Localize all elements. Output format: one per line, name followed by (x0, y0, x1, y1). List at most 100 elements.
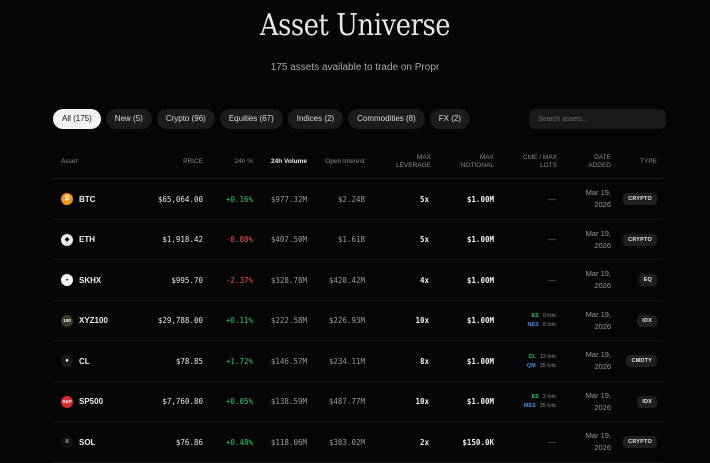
col-price[interactable]: PRICE (143, 146, 203, 178)
lot-entry: MES 35 lots (524, 403, 556, 409)
solana-icon: ≡ (61, 436, 73, 448)
filter-pill[interactable]: Equities (67) (219, 109, 283, 129)
lots-cell: ES 0 lots NES 8 lots (508, 301, 556, 341)
change-cell: +0.05% (225, 397, 253, 406)
date-cell: Mar 19, 2026 (573, 341, 611, 381)
date-cell: Mar 19, 2026 (573, 301, 611, 341)
change-cell: +1.72% (225, 356, 253, 366)
date-year: 2026 (594, 321, 611, 331)
change-cell: +0.48% (225, 437, 253, 447)
filter-pill[interactable]: Commodities (8) (348, 109, 425, 129)
col-type[interactable]: TYPE (623, 146, 657, 178)
date-line: Mar 19, (585, 228, 611, 238)
filter-pill[interactable]: All (175) (53, 109, 101, 129)
price-cell: $29,788.00 (157, 316, 203, 325)
lot-code: MES (523, 403, 536, 409)
lots-list: ES 2 lots MES 35 lots (524, 394, 556, 409)
date-year: 2026 (594, 240, 611, 250)
table-row[interactable]: ₿ BTC $65,064.00 +0.16% $977.32M $2.24B 5x $1.0… (53, 179, 663, 220)
asset-symbol: SP500 (79, 397, 104, 406)
lot-count: 12 lots (539, 353, 556, 360)
sp500-icon: S&P (61, 395, 73, 408)
lots-cell: — (508, 260, 556, 300)
col-volume[interactable]: 24h Volume (267, 146, 311, 178)
type-badge: CRYPTO (623, 233, 657, 246)
lot-code: QM (526, 362, 536, 369)
change-cell: -0.08% (225, 235, 253, 244)
open-interest-cell: $487.77M (328, 397, 365, 406)
asset-symbol: SOL (79, 437, 96, 447)
volume-cell: $138.59M (270, 397, 307, 406)
price-cell: $76.86 (175, 437, 203, 447)
col-date-added[interactable]: DATE ADDED (573, 146, 611, 178)
table-row[interactable]: 100 XYZ100 $29,788.00 +0.11% $222.58M $226.93… (53, 301, 663, 341)
leverage-cell: 2x (419, 437, 429, 447)
lot-count: 35 lots (539, 403, 556, 409)
open-interest-cell: $2.24B (337, 194, 365, 204)
col-cme-lots[interactable]: CME / MAX LOTS (508, 146, 557, 178)
change-cell: +0.11% (225, 316, 253, 325)
open-interest-cell: $383.02M (328, 437, 365, 447)
asset-symbol: CL (79, 356, 90, 366)
asset-symbol: ETH (79, 235, 95, 244)
filter-bar: All (175) New (5) Crypto (96) Equities (67)… (53, 109, 471, 129)
date-year: 2026 (594, 200, 611, 209)
table-row[interactable]: S&P SP500 $7,760.80 +0.05% $138.59M $487.77M 1… (53, 382, 663, 422)
leverage-cell: 4x (419, 275, 429, 285)
type-badge: CRYPTO (623, 193, 657, 205)
filter-pill[interactable]: Indices (2) (287, 109, 344, 129)
col-max-leverage[interactable]: MAX LEVERAGE (383, 146, 431, 178)
asset-symbol: SKHX (79, 275, 102, 285)
type-cell: EQ (613, 260, 657, 300)
lot-code: NES (527, 322, 539, 328)
table-row[interactable]: ● CL $78.85 +1.72% $146.57M $234.11M 8x $1.00M C… (53, 341, 663, 382)
date-year: 2026 (594, 402, 611, 412)
open-interest-cell: $420.42M (328, 275, 365, 285)
empty-lots: — (548, 275, 556, 285)
lots-cell: — (508, 179, 556, 219)
price-cell: $7,760.80 (162, 397, 203, 406)
col-open-interest[interactable]: Open Interest (323, 146, 367, 178)
leverage-cell: 8x (419, 356, 429, 366)
open-interest-cell: $234.11M (328, 356, 365, 366)
leverage-cell: 10x (415, 316, 429, 325)
oil-drop-icon: ● (61, 355, 73, 367)
table-body: ₿ BTC $65,064.00 +0.16% $977.32M $2.24B 5x $1.0… (53, 179, 663, 463)
table-row[interactable]: ≡ SOL $76.86 +0.48% $118.06M $383.02M 2x $150.0… (53, 422, 663, 463)
table-row[interactable]: ◆ ETH $1,918.42 -0.08% $407.50M $1.61B 5x $1.00… (53, 220, 663, 260)
type-cell: CRYPTO (613, 422, 657, 462)
volume-cell: $407.50M (270, 235, 307, 244)
price-cell: $1,918.42 (162, 235, 203, 244)
lot-entry: ES 0 lots (532, 313, 557, 319)
lots-list: ES 0 lots NES 8 lots (528, 313, 556, 328)
filter-pill[interactable]: New (5) (105, 109, 152, 129)
empty-lots: — (548, 235, 556, 244)
lot-count: 0 lots (542, 313, 556, 319)
asset-cell: ≡ SOL (61, 422, 141, 462)
price-cell: $78.85 (175, 356, 203, 366)
lots-cell: — (508, 220, 556, 260)
col-asset[interactable]: Asset (61, 146, 121, 178)
filter-pill[interactable]: Crypto (96) (156, 109, 215, 129)
type-badge: IDX (637, 314, 657, 327)
date-year: 2026 (594, 443, 611, 452)
asset-cell: ₿ BTC (61, 179, 141, 219)
search-input[interactable] (529, 109, 666, 129)
col-max-notional[interactable]: MAX NOTIONAL (448, 146, 494, 178)
skhx-icon: ◒ (61, 274, 73, 286)
lot-code: ES (531, 313, 539, 319)
table-row[interactable]: ◒ SKHX $995.70 -2.37% $328.78M $420.42M 4x $1.0… (53, 260, 663, 301)
lots-cell: — (508, 422, 556, 462)
type-cell: IDX (613, 301, 657, 341)
date-cell: Mar 19, 2026 (573, 422, 611, 462)
type-badge: CMDTY (626, 355, 657, 367)
empty-lots: — (548, 437, 556, 447)
type-cell: CRYPTO (613, 179, 657, 219)
col-change[interactable]: 24h % (213, 146, 253, 178)
notional-cell: $150.0K (462, 437, 494, 447)
volume-cell: $146.57M (270, 356, 307, 366)
filter-pill[interactable]: FX (2) (429, 109, 471, 129)
type-cell: CRYPTO (613, 220, 657, 260)
date-line: Mar 19, (585, 269, 611, 279)
date-year: 2026 (594, 281, 611, 290)
